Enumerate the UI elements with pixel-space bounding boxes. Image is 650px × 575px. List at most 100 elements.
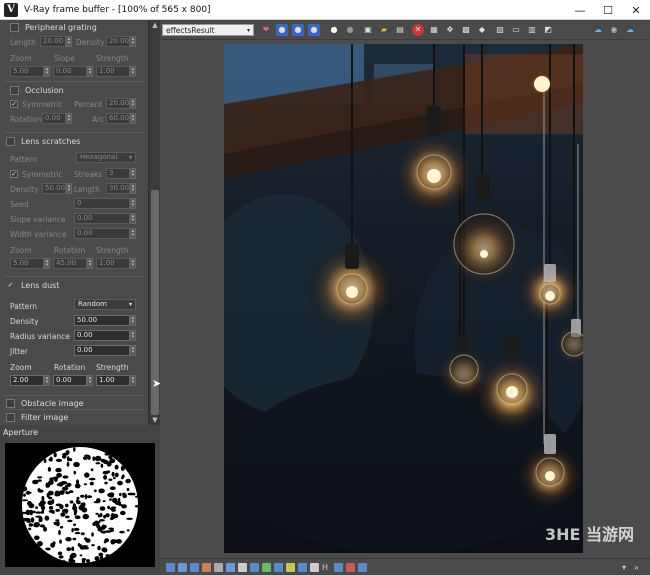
- maximize-button[interactable]: ☐: [594, 0, 622, 20]
- ls-width-variance-spinner[interactable]: ▴ ▾: [130, 228, 136, 239]
- pg-zoom-field[interactable]: 5.00: [10, 66, 44, 77]
- pg-slope-spinner[interactable]: ▴ ▾: [87, 66, 93, 77]
- minimize-button[interactable]: —: [566, 0, 594, 20]
- red-channel-button[interactable]: ●: [276, 24, 288, 36]
- ls-rotation-spinner[interactable]: ▴ ▾: [87, 258, 93, 269]
- render-settings-icon[interactable]: ☁: [624, 24, 636, 36]
- ls-zoom-field[interactable]: 5.00: [10, 258, 44, 269]
- lens-scratches-checkbox[interactable]: [6, 136, 15, 146]
- filter-image-checkbox[interactable]: [6, 412, 15, 422]
- track-mouse-icon[interactable]: ✥: [444, 24, 456, 36]
- save-image-icon[interactable]: ▣: [362, 24, 374, 36]
- lens-dust-checkbox[interactable]: ✓: [6, 281, 15, 290]
- zoom-icon[interactable]: [310, 563, 319, 572]
- pg-length-field[interactable]: 20.00: [40, 36, 66, 47]
- icc-icon[interactable]: [274, 563, 283, 572]
- ld-strength-field[interactable]: 1.00: [96, 375, 130, 386]
- occlusion-percent-spinner[interactable]: ▴ ▾: [130, 98, 136, 109]
- pg-density-field[interactable]: 20.00: [106, 36, 130, 47]
- stop-render-icon[interactable]: ✕: [412, 24, 424, 36]
- expand-panel-icon[interactable]: »: [634, 563, 643, 572]
- occlusion-arc-spinner[interactable]: ▴ ▾: [130, 113, 136, 124]
- ls-zoom-spinner[interactable]: ▴ ▾: [44, 258, 50, 269]
- ls-pattern-dropdown[interactable]: Hexagonal ▾: [76, 152, 136, 163]
- render-channel-dropdown[interactable]: effectsResult ▾: [162, 24, 254, 36]
- clear-image-icon[interactable]: ▤: [394, 24, 406, 36]
- curves-icon[interactable]: [226, 563, 235, 572]
- occlusion-percent-field[interactable]: 20.00: [106, 98, 130, 109]
- ls-density-spinner[interactable]: ▴ ▾: [66, 183, 72, 194]
- teapot-render-icon[interactable]: ☁: [592, 24, 604, 36]
- pg-zoom-spinner[interactable]: ▴ ▾: [44, 66, 50, 77]
- ld-density-spinner[interactable]: ▴ ▾: [130, 315, 136, 326]
- obstacle-image-checkbox[interactable]: [6, 398, 15, 408]
- ld-radius-variance-spinner[interactable]: ▴ ▾: [130, 330, 136, 341]
- close-button[interactable]: ✕: [622, 0, 650, 20]
- ocio-icon[interactable]: [262, 563, 271, 572]
- occlusion-rotation-field[interactable]: 0.00: [42, 113, 66, 124]
- background-image-icon[interactable]: [238, 563, 247, 572]
- render-last-icon[interactable]: ◆: [476, 24, 488, 36]
- pg-strength-spinner[interactable]: ▴ ▾: [130, 66, 136, 77]
- ls-slope-variance-spinner[interactable]: ▴ ▾: [130, 213, 136, 224]
- ld-density-field[interactable]: 50.00: [74, 315, 130, 326]
- ls-rotation-field[interactable]: 45.00: [53, 258, 87, 269]
- ls-length-field[interactable]: 30.00: [106, 183, 130, 194]
- color-picker-icon[interactable]: ❤: [260, 24, 272, 36]
- interactive-render-icon[interactable]: ◉: [608, 24, 620, 36]
- ld-pattern-dropdown[interactable]: Random ▾: [74, 299, 136, 310]
- ls-slope-variance-field[interactable]: 0.00: [74, 213, 130, 224]
- alpha-channel-button[interactable]: ●: [328, 24, 340, 36]
- ls-streaks-field[interactable]: 3: [106, 168, 130, 179]
- ld-radius-variance-field[interactable]: 0.00: [74, 330, 130, 341]
- ls-seed-field[interactable]: 0: [74, 198, 130, 209]
- lut-icon[interactable]: [250, 563, 259, 572]
- compare-ab-icon[interactable]: [334, 563, 343, 572]
- ld-zoom-spinner[interactable]: ▴ ▾: [44, 375, 50, 386]
- blue-channel-button[interactable]: ●: [308, 24, 320, 36]
- scroll-up-arrow-icon[interactable]: ▲: [149, 20, 160, 30]
- copy-to-max-icon[interactable]: ▩: [460, 24, 472, 36]
- ld-strength-spinner[interactable]: ▴ ▾: [130, 375, 136, 386]
- pg-strength-field[interactable]: 1.00: [96, 66, 130, 77]
- srgb-icon[interactable]: [298, 563, 307, 572]
- mono-channel-button[interactable]: ●: [344, 24, 356, 36]
- scroll-down-arrow-icon[interactable]: ▼: [149, 415, 160, 425]
- info-icon[interactable]: [358, 563, 367, 572]
- levels-icon[interactable]: [214, 563, 223, 572]
- histogram-icon[interactable]: H: [322, 563, 331, 572]
- ld-rotation-spinner[interactable]: ▴ ▾: [87, 375, 93, 386]
- occlusion-checkbox[interactable]: [10, 85, 19, 95]
- pg-length-spinner[interactable]: ▴ ▾: [66, 36, 72, 47]
- ls-strength-field[interactable]: 1.00: [96, 258, 130, 269]
- occlusion-arc-field[interactable]: 60.00: [106, 113, 130, 124]
- ls-seed-spinner[interactable]: ▴ ▾: [130, 198, 136, 209]
- green-channel-button[interactable]: ●: [292, 24, 304, 36]
- ld-zoom-field[interactable]: 2.00: [10, 375, 44, 386]
- load-image-icon[interactable]: ▰: [378, 24, 390, 36]
- ls-length-spinner[interactable]: ▴ ▾: [130, 183, 136, 194]
- hue-saturation-icon[interactable]: [190, 563, 199, 572]
- ls-width-variance-field[interactable]: 0.00: [74, 228, 130, 239]
- display-window-icon[interactable]: ▭: [510, 24, 522, 36]
- ls-streaks-spinner[interactable]: ▴ ▾: [130, 168, 136, 179]
- pg-density-spinner[interactable]: ▴ ▾: [130, 36, 136, 47]
- pg-slope-field[interactable]: 0.00: [53, 66, 87, 77]
- chevron-down-icon[interactable]: ▾: [622, 563, 631, 572]
- ls-density-field[interactable]: 50.00: [42, 183, 66, 194]
- peripheral-grating-checkbox[interactable]: [10, 22, 19, 32]
- ls-symmetric-checkbox[interactable]: ✓: [10, 170, 18, 178]
- color-balance-icon[interactable]: [202, 563, 211, 572]
- occlusion-symmetric-checkbox[interactable]: ✓: [10, 100, 18, 108]
- ld-jitter-field[interactable]: 0.00: [74, 345, 130, 356]
- render-view[interactable]: [160, 40, 650, 558]
- ld-rotation-field[interactable]: 0.00: [53, 375, 87, 386]
- ld-jitter-spinner[interactable]: ▴ ▾: [130, 345, 136, 356]
- compare-split-icon[interactable]: [346, 563, 355, 572]
- white-balance-icon[interactable]: [178, 563, 187, 572]
- exposure-icon[interactable]: [166, 563, 175, 572]
- occlusion-rotation-spinner[interactable]: ▴ ▾: [66, 113, 72, 124]
- panel-scrollbar[interactable]: ▲ ▼: [148, 20, 160, 425]
- history-icon[interactable]: ▨: [494, 24, 506, 36]
- pixel-aspect-icon[interactable]: [286, 563, 295, 572]
